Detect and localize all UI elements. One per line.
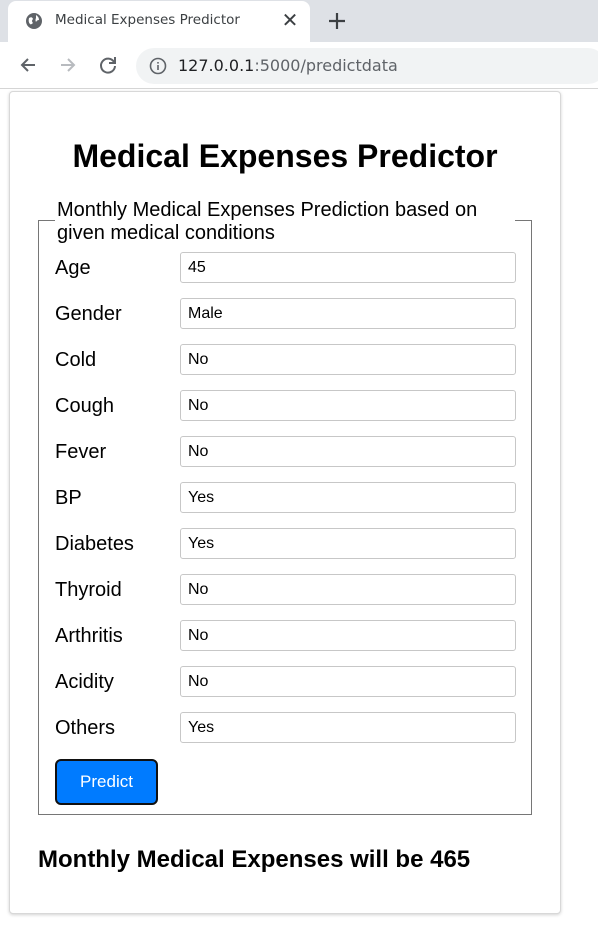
tab-strip: Medical Expenses Predictor ✕ (0, 0, 598, 42)
cough-input[interactable] (180, 390, 516, 421)
page-viewport: Medical Expenses Predictor Monthly Medic… (0, 89, 598, 942)
acidity-label: Acidity (55, 671, 114, 693)
page-title: Medical Expenses Predictor (72, 138, 498, 174)
fieldset-legend: Monthly Medical Expenses Prediction base… (57, 199, 478, 244)
predict-button[interactable]: Predict (55, 759, 158, 805)
diabetes-label: Diabetes (55, 533, 134, 555)
fieldset-border (515, 220, 532, 221)
thyroid-input[interactable] (180, 574, 516, 605)
cold-label: Cold (55, 349, 97, 371)
cold-input[interactable] (180, 344, 516, 375)
fieldset-border (38, 220, 55, 221)
age-label: Age (55, 257, 91, 279)
fever-input[interactable] (180, 436, 516, 467)
close-tab-icon[interactable]: ✕ (280, 11, 300, 31)
new-tab-plus-icon[interactable] (325, 9, 349, 33)
back-arrow-icon[interactable] (17, 54, 39, 76)
gender-label: Gender (55, 303, 122, 325)
bp-label: BP (55, 487, 82, 509)
thyroid-label: Thyroid (55, 579, 122, 601)
arthritis-input[interactable] (180, 620, 516, 651)
browser-toolbar: 127.0.0.1:5000/predictdata (0, 42, 598, 89)
reload-icon[interactable] (97, 54, 119, 76)
tab-title: Medical Expenses Predictor (55, 12, 240, 28)
url-text[interactable]: 127.0.0.1:5000/predictdata (178, 56, 398, 75)
others-label: Others (55, 717, 116, 739)
gender-input[interactable] (180, 298, 516, 329)
forward-arrow-icon[interactable] (57, 54, 79, 76)
cough-label: Cough (55, 395, 114, 417)
globe-icon (26, 13, 42, 29)
bp-input[interactable] (180, 482, 516, 513)
age-input[interactable] (180, 252, 516, 283)
diabetes-input[interactable] (180, 528, 516, 559)
prediction-result: Monthly Medical Expenses will be 465 (38, 846, 471, 873)
acidity-input[interactable] (180, 666, 516, 697)
arthritis-label: Arthritis (55, 625, 123, 647)
fever-label: Fever (55, 441, 107, 463)
active-tab[interactable]: Medical Expenses Predictor ✕ (8, 1, 310, 42)
predictor-card: Medical Expenses Predictor Monthly Medic… (9, 91, 561, 914)
url-host: 127.0.0.1 (178, 56, 255, 75)
others-input[interactable] (180, 712, 516, 743)
address-bar[interactable]: 127.0.0.1:5000/predictdata (136, 48, 598, 84)
info-icon[interactable] (149, 57, 167, 75)
url-path: :5000/predictdata (254, 56, 398, 75)
